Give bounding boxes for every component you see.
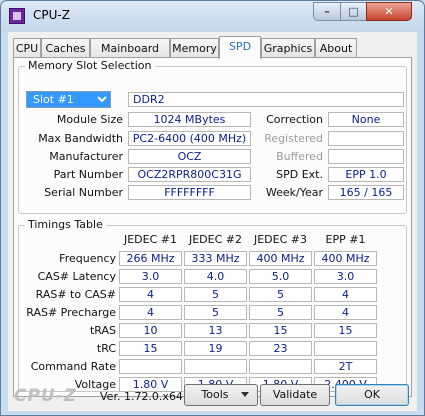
title-bar[interactable]: CPU-Z – □ ✕ (1, 1, 424, 31)
ok-button[interactable]: OK (335, 384, 409, 406)
memory-slot-group-title: Memory Slot Selection (25, 59, 155, 72)
timing-cell: 5 (249, 287, 312, 302)
timing-cell: 333 MHz (184, 251, 247, 266)
timings-col-header: JEDEC #2 (188, 233, 242, 246)
window-title: CPU-Z (33, 8, 70, 22)
tab-about[interactable]: About (315, 38, 357, 58)
spd-ext-value: EPP 1.0 (328, 167, 404, 182)
timing-cell: 15 (314, 323, 377, 338)
close-button[interactable]: ✕ (366, 2, 412, 21)
timing-cell: 10 (119, 323, 182, 338)
validate-button[interactable]: Validate (260, 384, 330, 406)
dropdown-arrow-icon (241, 392, 249, 397)
serial-number-label: Serial Number (44, 186, 123, 199)
tab-memory[interactable]: Memory (170, 38, 219, 58)
week-year-value: 165 / 165 (328, 185, 404, 200)
timing-row-label: tRAS (89, 324, 116, 337)
tab-strip: CPU Caches Mainboard Memory SPD Graphics… (8, 36, 417, 59)
tab-spd[interactable]: SPD (219, 36, 261, 59)
spd-page: Memory Slot Selection Slot #1 DDR2 Modul… (13, 57, 412, 397)
timing-row-label: RAS# Precharge (26, 306, 116, 319)
timing-cell (249, 359, 312, 374)
module-size-value: 1024 MBytes (128, 112, 251, 127)
timing-cell: 23 (249, 341, 312, 356)
maximize-button[interactable]: □ (340, 2, 367, 21)
timing-cell: 4.0 (184, 269, 247, 284)
timing-cell: 15 (119, 341, 182, 356)
manufacturer-label: Manufacturer (49, 150, 123, 163)
memory-type-value: DDR2 (128, 92, 404, 107)
timing-cell: 400 MHz (314, 251, 377, 266)
timings-col-header: JEDEC #1 (123, 233, 177, 246)
timing-cell (119, 359, 182, 374)
timing-cell: 5 (184, 287, 247, 302)
timing-row-label: Command Rate (30, 360, 116, 373)
timing-row-label: RAS# to CAS# (35, 288, 116, 301)
serial-number-value: FFFFFFFF (128, 185, 251, 200)
timings-group-title: Timings Table (25, 218, 106, 231)
timing-cell: 3.0 (119, 269, 182, 284)
cpuz-logo: CPU-Z (14, 386, 78, 406)
memory-slot-group: Memory Slot Selection Slot #1 DDR2 Modul… (18, 59, 407, 214)
cpuz-app-icon (9, 8, 25, 24)
tab-graphics[interactable]: Graphics (261, 38, 315, 58)
client-area: CPU Caches Mainboard Memory SPD Graphics… (8, 32, 417, 411)
module-size-label: Module Size (56, 113, 123, 126)
timing-cell: 400 MHz (249, 251, 312, 266)
timing-cell: 3.0 (314, 269, 377, 284)
part-number-label: Part Number (53, 168, 123, 181)
timing-cell: 4 (119, 305, 182, 320)
timing-cell: 15 (249, 323, 312, 338)
timings-col-header: EPP #1 (325, 233, 366, 246)
buffered-label: Buffered (276, 150, 323, 163)
timing-cell (184, 359, 247, 374)
tab-mainboard[interactable]: Mainboard (90, 38, 170, 58)
registered-label: Registered (264, 132, 323, 145)
timings-group: Timings Table JEDEC #1 JEDEC #2 JEDEC #3… (18, 218, 407, 392)
max-bandwidth-label: Max Bandwidth (38, 132, 123, 145)
tools-button-label: Tools (201, 388, 229, 401)
correction-value: None (328, 112, 404, 127)
timing-row-label: CAS# Latency (37, 270, 116, 283)
week-year-label: Week/Year (265, 186, 323, 199)
timing-cell: 4 (314, 305, 377, 320)
timing-cell (314, 341, 377, 356)
timing-cell: 2T (314, 359, 377, 374)
timing-cell: 4 (314, 287, 377, 302)
slot-select[interactable]: Slot #1 (26, 91, 111, 108)
timing-cell: 5.0 (249, 269, 312, 284)
max-bandwidth-value: PC2-6400 (400 MHz) (128, 131, 251, 146)
tools-button[interactable]: Tools (184, 384, 258, 406)
timing-cell: 13 (184, 323, 247, 338)
version-label: Ver. 1.72.0.x64 (100, 390, 183, 403)
timing-cell: 4 (119, 287, 182, 302)
tab-cpu[interactable]: CPU (13, 38, 41, 58)
timings-col-header: JEDEC #3 (253, 233, 307, 246)
registered-value (328, 131, 404, 146)
timing-row-label: Frequency (59, 252, 116, 265)
buffered-value (328, 149, 404, 164)
cpuz-window: CPU-Z – □ ✕ CPU Caches Mainboard Memory … (0, 0, 425, 416)
tab-caches[interactable]: Caches (41, 38, 90, 58)
timing-cell: 266 MHz (119, 251, 182, 266)
spd-ext-label: SPD Ext. (276, 168, 323, 181)
timing-cell: 5 (249, 305, 312, 320)
timing-cell: 19 (184, 341, 247, 356)
timing-row-label: tRC (96, 342, 116, 355)
minimize-button[interactable]: – (313, 2, 341, 21)
manufacturer-value: OCZ (128, 149, 251, 164)
timing-cell: 5 (184, 305, 247, 320)
part-number-value: OCZ2RPR800C31G (128, 167, 251, 182)
correction-label: Correction (266, 113, 323, 126)
